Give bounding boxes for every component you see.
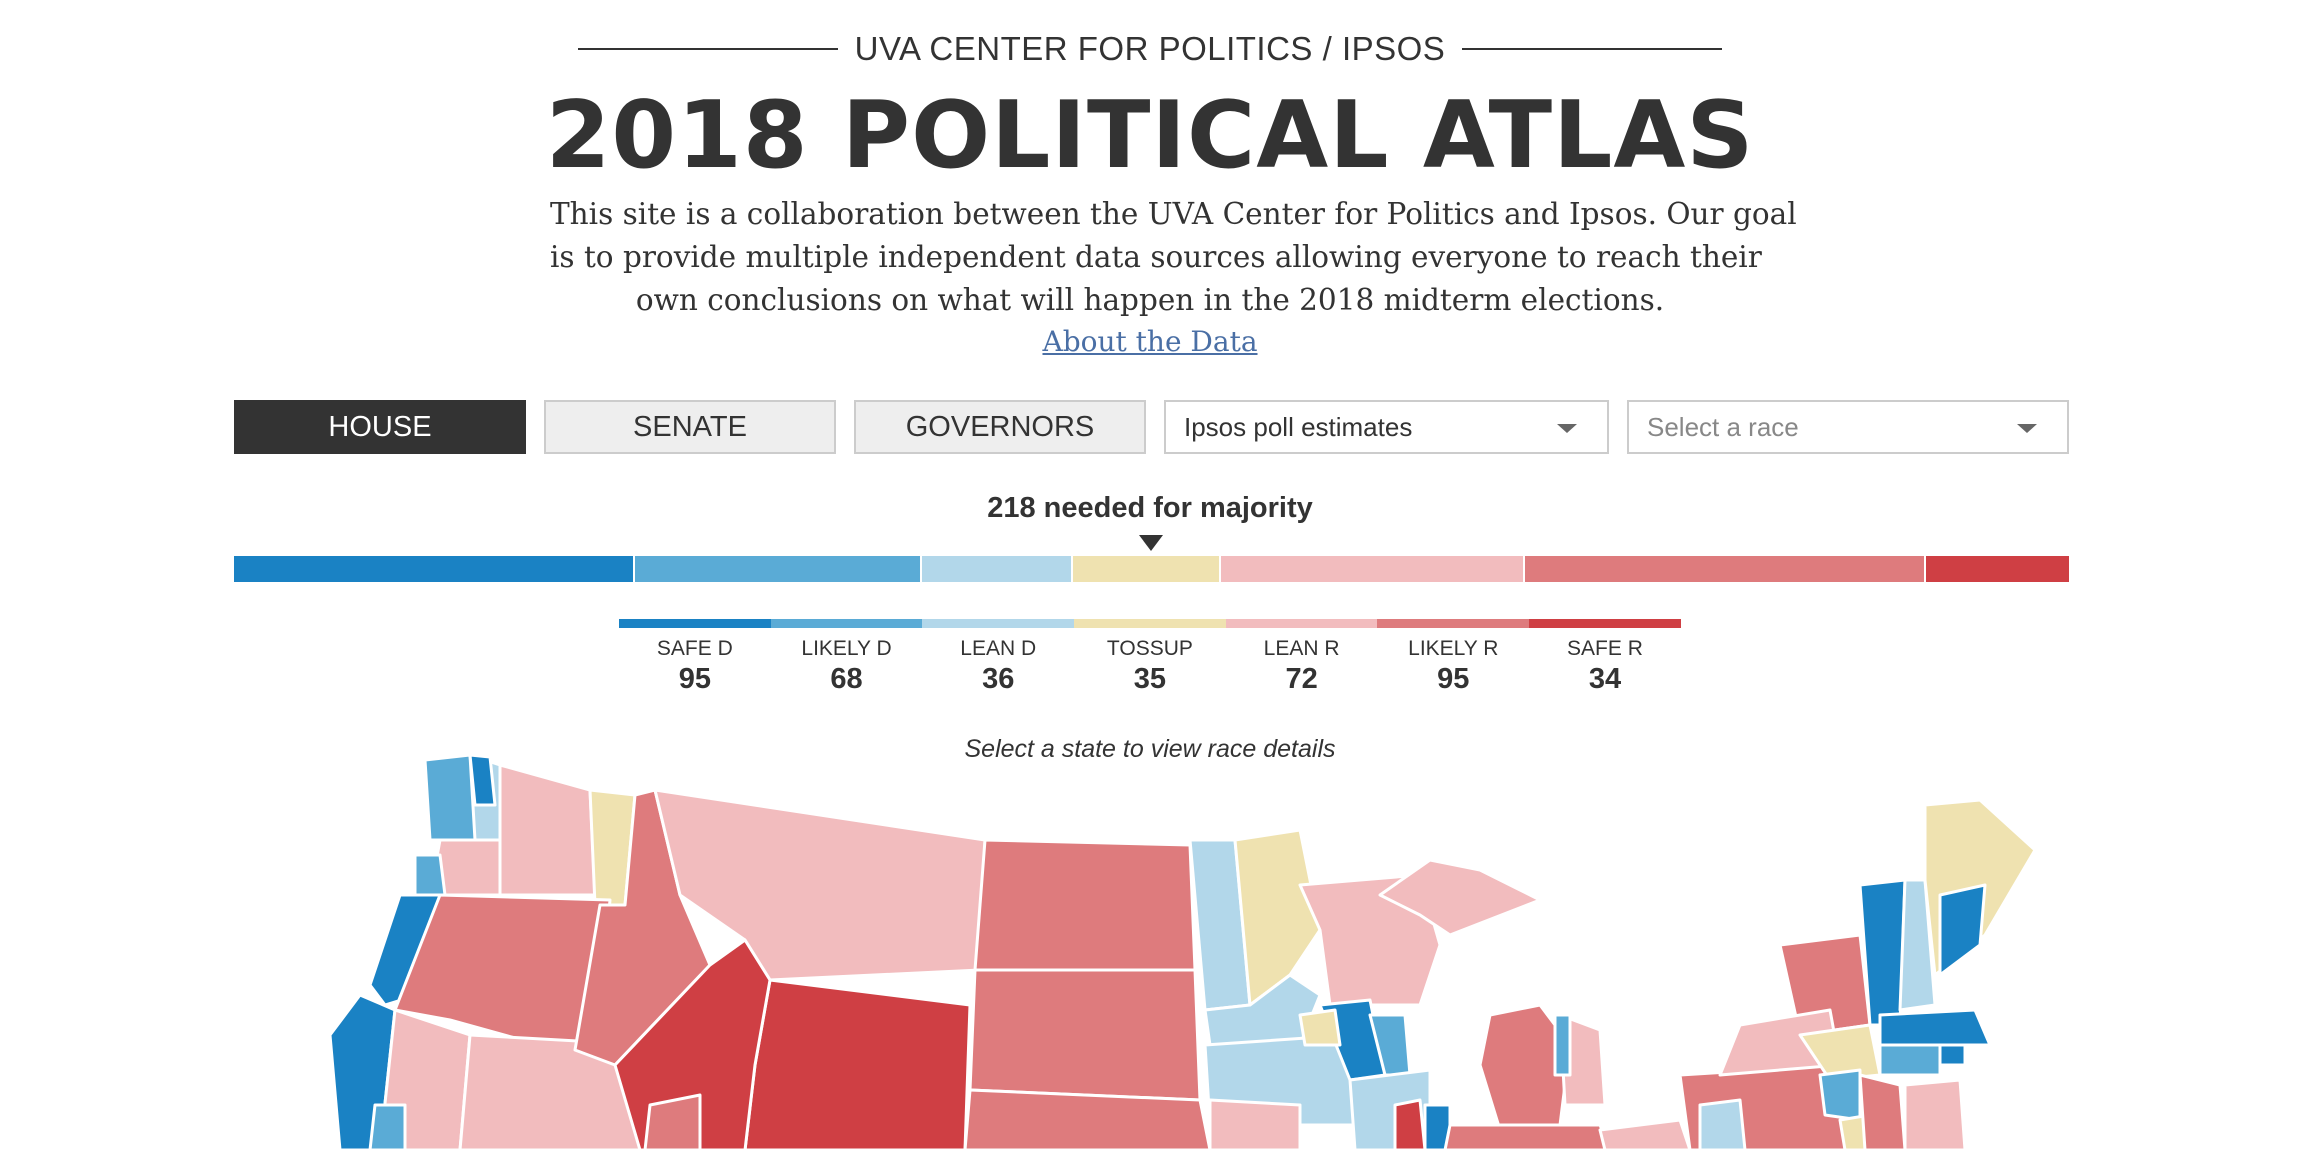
legend-count: 36 <box>982 663 1015 695</box>
data-source-value: Ipsos poll estimates <box>1184 411 1413 442</box>
map-region[interactable] <box>1443 1123 1612 1150</box>
tab-senate[interactable]: SENATE <box>544 400 836 454</box>
map-region[interactable] <box>423 753 477 842</box>
seat-bar-segment <box>634 556 922 582</box>
intro-line: This site is a collaboration between the… <box>550 197 1797 231</box>
intro-line: own conclusions on what will happen in t… <box>635 283 1665 317</box>
race-select-placeholder: Select a race <box>1647 411 1799 442</box>
map-region[interactable] <box>1208 1098 1302 1150</box>
map-region[interactable] <box>498 763 597 897</box>
legend-label: LIKELY R <box>1408 637 1499 660</box>
map-region[interactable] <box>1938 1043 1967 1067</box>
kicker-rule-left <box>577 48 838 50</box>
map-region[interactable] <box>1878 1043 1942 1077</box>
legend-item: TOSSUP 35 <box>1074 619 1226 696</box>
legend-label: LEAN D <box>960 637 1037 660</box>
kicker: UVA CENTER FOR POLITICS / IPSOS <box>0 26 2300 72</box>
about-link-wrap: About the Data <box>0 325 2300 358</box>
rating-legend: SAFE D 95 LIKELY D 68 LEAN D 36 TOSSUP 35 LEAN R… <box>619 619 1681 696</box>
map-region[interactable] <box>1698 1098 1747 1150</box>
legend-count: 68 <box>830 663 863 695</box>
legend-swatch <box>1225 619 1378 628</box>
seat-bar-segment <box>1073 556 1222 582</box>
legend-item: SAFE R 34 <box>1529 619 1681 696</box>
legend-count: 95 <box>1437 663 1470 695</box>
legend-count: 95 <box>678 663 711 695</box>
map-region[interactable] <box>1858 1073 1907 1150</box>
map-region[interactable] <box>368 1103 407 1150</box>
legend-swatch <box>770 619 923 628</box>
map-region[interactable] <box>1233 828 1322 1007</box>
legend-item: SAFE D 95 <box>619 619 771 696</box>
tab-house[interactable]: HOUSE <box>234 400 526 454</box>
chevron-down-icon <box>1557 424 1577 433</box>
map-region[interactable] <box>643 1093 702 1150</box>
tab-governors[interactable]: GOVERNORS <box>854 400 1146 454</box>
map-region[interactable] <box>1938 883 1987 977</box>
kicker-rule-right <box>1462 48 1723 50</box>
race-select[interactable]: Select a race <box>1627 400 2069 454</box>
map-region[interactable] <box>973 838 1197 972</box>
legend-label: TOSSUP <box>1106 637 1193 660</box>
seat-bar-segment <box>1524 556 1926 582</box>
legend-item: LEAN R 72 <box>1225 619 1378 696</box>
map-region[interactable] <box>1903 1078 1967 1150</box>
map-region[interactable] <box>1393 1098 1427 1150</box>
about-the-data-link[interactable]: About the Data <box>1042 325 1257 358</box>
legend-item: LEAN D 36 <box>922 619 1075 696</box>
seat-distribution-bar <box>234 556 2069 582</box>
map-region[interactable] <box>1298 1008 1342 1047</box>
map-region[interactable] <box>1878 1008 1992 1047</box>
legend-count: 72 <box>1285 663 1318 695</box>
house-district-map[interactable] <box>0 745 2300 1150</box>
map-region[interactable] <box>968 968 1202 1102</box>
legend-item: LIKELY R 95 <box>1377 619 1530 696</box>
map-region[interactable] <box>413 853 447 897</box>
legend-swatch <box>1074 619 1226 628</box>
majority-marker-icon <box>1139 535 1163 551</box>
majority-label: 218 needed for majority <box>987 492 1313 524</box>
legend-swatch <box>1377 619 1530 628</box>
legend-count: 35 <box>1133 663 1167 695</box>
map-region[interactable] <box>1553 1013 1572 1077</box>
map-region[interactable] <box>963 1088 1212 1150</box>
data-source-select[interactable]: Ipsos poll estimates <box>1164 400 1609 454</box>
legend-swatch <box>619 619 771 628</box>
map-region[interactable] <box>1598 1118 1692 1150</box>
legend-label: LEAN R <box>1263 637 1340 660</box>
legend-swatch <box>1529 619 1681 628</box>
seat-bar-segment <box>921 556 1074 582</box>
legend-label: LIKELY D <box>801 637 892 660</box>
kicker-text: UVA CENTER FOR POLITICS / IPSOS <box>854 30 1446 67</box>
intro-line: is to provide multiple independent data … <box>550 240 1762 274</box>
page-title: 2018 POLITICAL ATLAS <box>545 81 1755 189</box>
legend-count: 34 <box>1588 663 1622 695</box>
map-region[interactable] <box>743 978 972 1150</box>
seat-bar-segment <box>1925 556 2069 582</box>
intro-paragraph: This site is a collaboration between the… <box>550 193 1797 322</box>
map-region[interactable] <box>468 753 497 807</box>
legend-item: LIKELY D 68 <box>770 619 923 696</box>
legend-swatch <box>922 619 1075 628</box>
legend-label: SAFE R <box>1567 637 1643 660</box>
seat-bar-segment <box>234 556 635 582</box>
chevron-down-icon <box>2017 424 2037 433</box>
seat-bar-segment <box>1221 556 1525 582</box>
map-region[interactable] <box>1818 1068 1862 1122</box>
legend-label: SAFE D <box>656 637 733 660</box>
